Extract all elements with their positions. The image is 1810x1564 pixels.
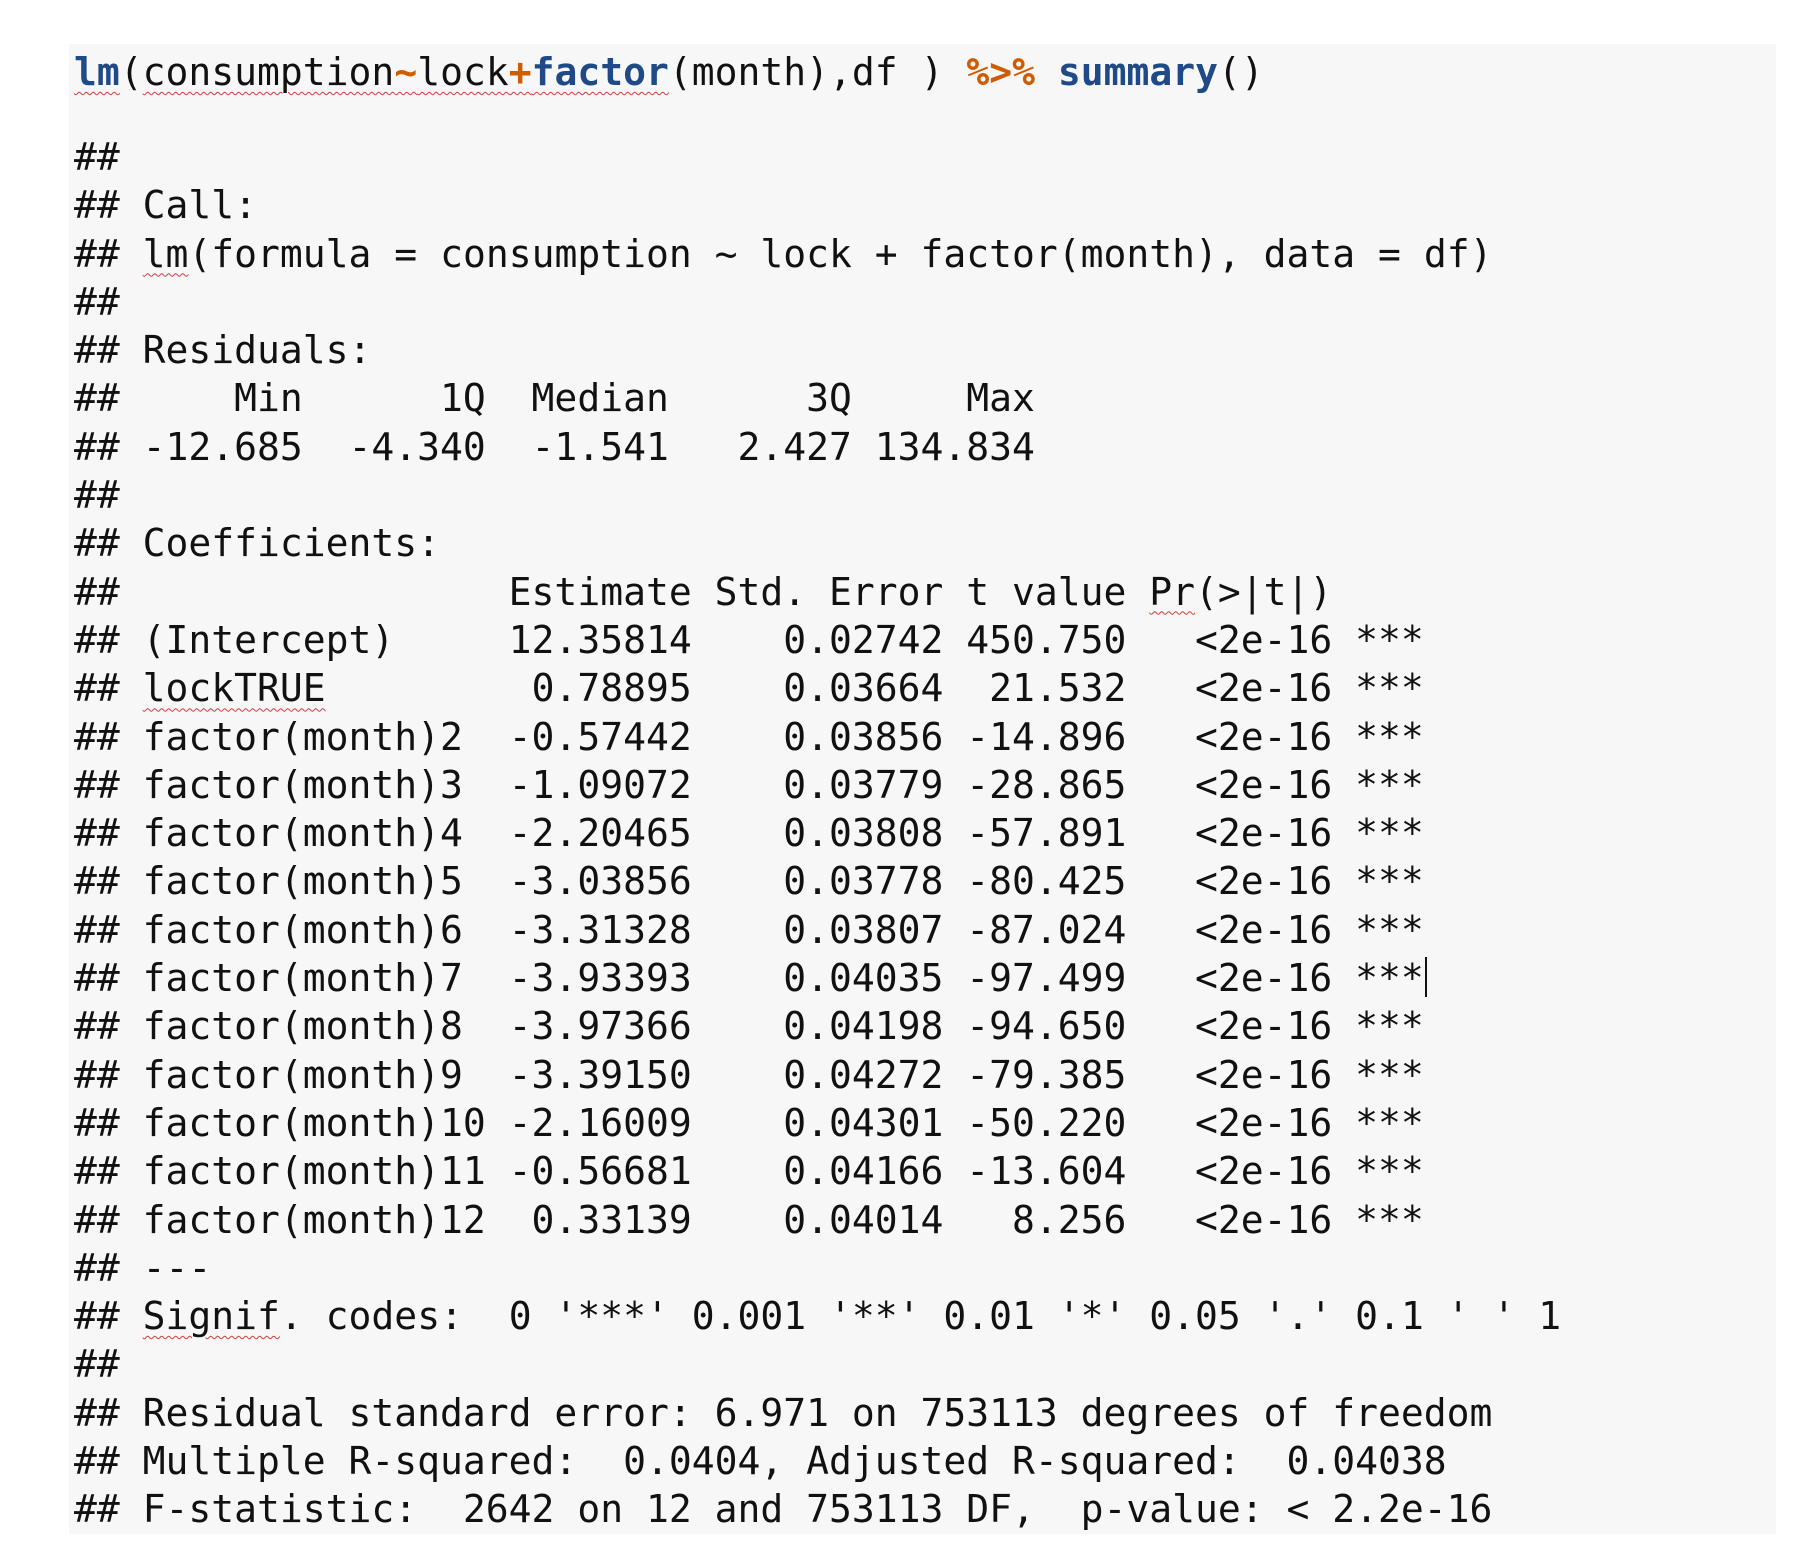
output-line: ## (74, 279, 120, 324)
coefficient-row: ## factor(month)6 -3.31328 0.03807 -87.0… (74, 907, 1424, 952)
residuals-heading: ## Residuals: (74, 328, 372, 373)
coefficient-row: ## (Intercept) 12.35814 0.02742 450.750 … (74, 617, 1424, 662)
tilde-operator-token: ~ (394, 50, 418, 94)
consumption-token: consumption (142, 50, 395, 94)
coefficients-header-row: ## Estimate Std. Error t value Pr(>|t|) (74, 569, 1424, 614)
residual-standard-error-line: ## Residual standard error: 6.971 on 753… (74, 1390, 1493, 1435)
output-line: ## lm(formula = consumption ~ lock + fac… (74, 231, 1493, 276)
coefficient-row: ## factor(month)12 0.33139 0.04014 8.256… (74, 1197, 1424, 1242)
coefficient-row-with-caret: ## factor(month)7 -3.93393 0.04035 -97.4… (74, 954, 1561, 1002)
coefficient-row: ## factor(month)4 -2.20465 0.03808 -57.8… (74, 811, 1424, 856)
coefficient-row: ## factor(month)8 -3.97366 0.04198 -94.6… (74, 1004, 1424, 1049)
open-paren-token: ( (119, 50, 143, 94)
pipe-operator-token: %>% (966, 50, 1035, 94)
residuals-values-row: ## -12.685 -4.340 -1.541 2.427 134.834 (74, 424, 1058, 469)
coefficient-row: ## factor(month)9 -3.39150 0.04272 -79.3… (74, 1052, 1424, 1097)
console-output: ## ## Call: ## lm(formula = consumption ~ … (74, 133, 1561, 1534)
code-line: lm(consumption~lock+factor(month),df ) %… (74, 48, 1264, 96)
text-cursor (1424, 957, 1427, 998)
coefficient-row: ## factor(month)2 -0.57442 0.03856 -14.8… (74, 714, 1424, 759)
coefficient-row: ## factor(month)3 -1.09072 0.03779 -28.8… (74, 762, 1424, 807)
output-line: ## (74, 1342, 120, 1387)
lm-function-token: lm (74, 50, 120, 94)
lock-token: lock (417, 50, 509, 94)
r-squared-line: ## Multiple R-squared: 0.0404, Adjusted … (74, 1439, 1470, 1484)
coefficient-row: ## lockTRUE 0.78895 0.03664 21.532 <2e-1… (74, 666, 1424, 711)
call-heading: ## Call: (74, 183, 258, 228)
call-parens-token: () (1218, 50, 1264, 94)
f-statistic-line: ## F-statistic: 2642 on 12 and 753113 DF… (74, 1487, 1493, 1532)
coefficient-row: ## factor(month)11 -0.56681 0.04166 -13.… (74, 1149, 1424, 1194)
signif-codes-line: ## Signif. codes: 0 '***' 0.001 '**' 0.0… (74, 1294, 1562, 1339)
residuals-header-row: ## Min 1Q Median 3Q Max (74, 376, 1058, 421)
plus-operator-token: + (508, 50, 532, 94)
code-chunk[interactable]: lm(consumption~lock+factor(month),df ) %… (74, 48, 1264, 96)
output-line: ## (74, 135, 120, 179)
coefficient-row: ## factor(month)10 -2.16009 0.04301 -50.… (74, 1100, 1424, 1145)
coefficients-heading: ## Coefficients: (74, 521, 441, 566)
output-line: ## (74, 473, 120, 518)
rmarkdown-document[interactable]: lm(consumption~lock+factor(month),df ) %… (69, 44, 1776, 1534)
separator-line: ## --- (74, 1245, 212, 1290)
args-token: (month),df ) (668, 50, 967, 94)
factor-function-token: factor (531, 50, 669, 94)
coefficient-row: ## factor(month)5 -3.03856 0.03778 -80.4… (74, 859, 1424, 904)
summary-function-token: summary (1057, 50, 1219, 94)
